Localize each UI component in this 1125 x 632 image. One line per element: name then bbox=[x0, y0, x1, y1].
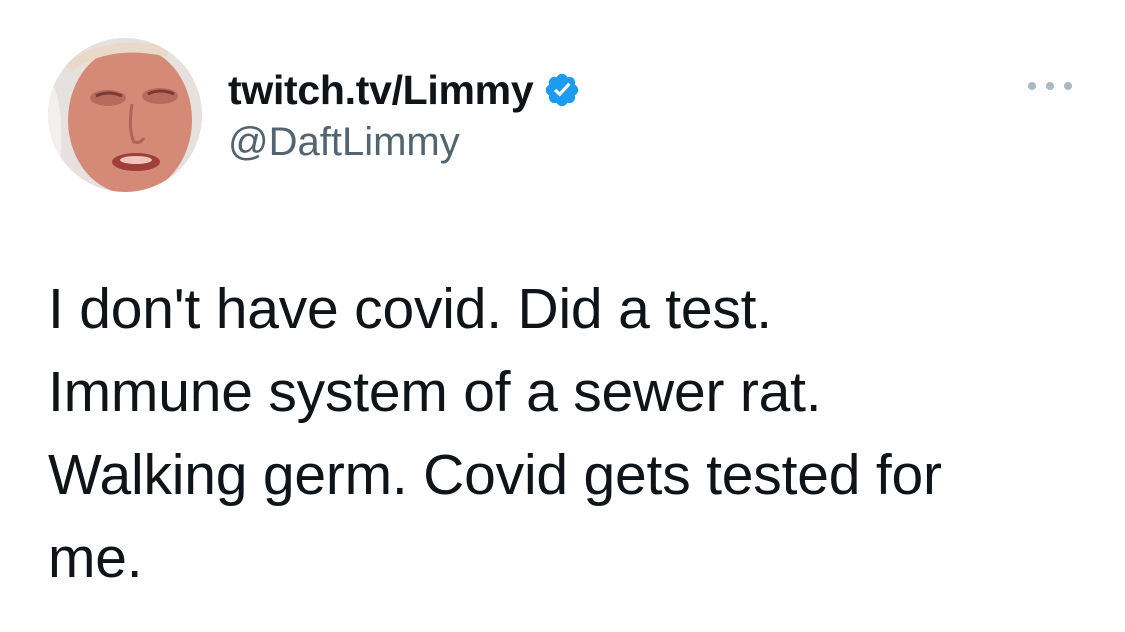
more-dot bbox=[1046, 82, 1054, 90]
author-display-name[interactable]: twitch.tv/Limmy bbox=[228, 67, 534, 114]
tweet-card: twitch.tv/Limmy @DaftLimmy I don't have … bbox=[0, 0, 1125, 632]
tweet-text-line: I don't have covid. Did a test. bbox=[48, 277, 772, 341]
avatar-image bbox=[48, 38, 202, 192]
author-name-row: twitch.tv/Limmy bbox=[228, 64, 581, 116]
profile-avatar[interactable] bbox=[48, 38, 202, 192]
tweet-text-line: Immune system of a sewer rat. bbox=[48, 360, 822, 424]
more-dot bbox=[1064, 82, 1072, 90]
author-handle[interactable]: @DaftLimmy bbox=[228, 120, 581, 165]
tweet-text-line: Walking germ. Covid gets tested for bbox=[48, 443, 942, 507]
verified-badge-icon bbox=[543, 71, 581, 109]
more-options-icon[interactable] bbox=[1028, 78, 1072, 94]
more-dot bbox=[1028, 82, 1036, 90]
tweet-header: twitch.tv/Limmy @DaftLimmy bbox=[228, 64, 581, 165]
tweet-text-line: me. bbox=[48, 526, 143, 590]
tweet-text: I don't have covid. Did a test. Immune s… bbox=[48, 268, 1088, 600]
